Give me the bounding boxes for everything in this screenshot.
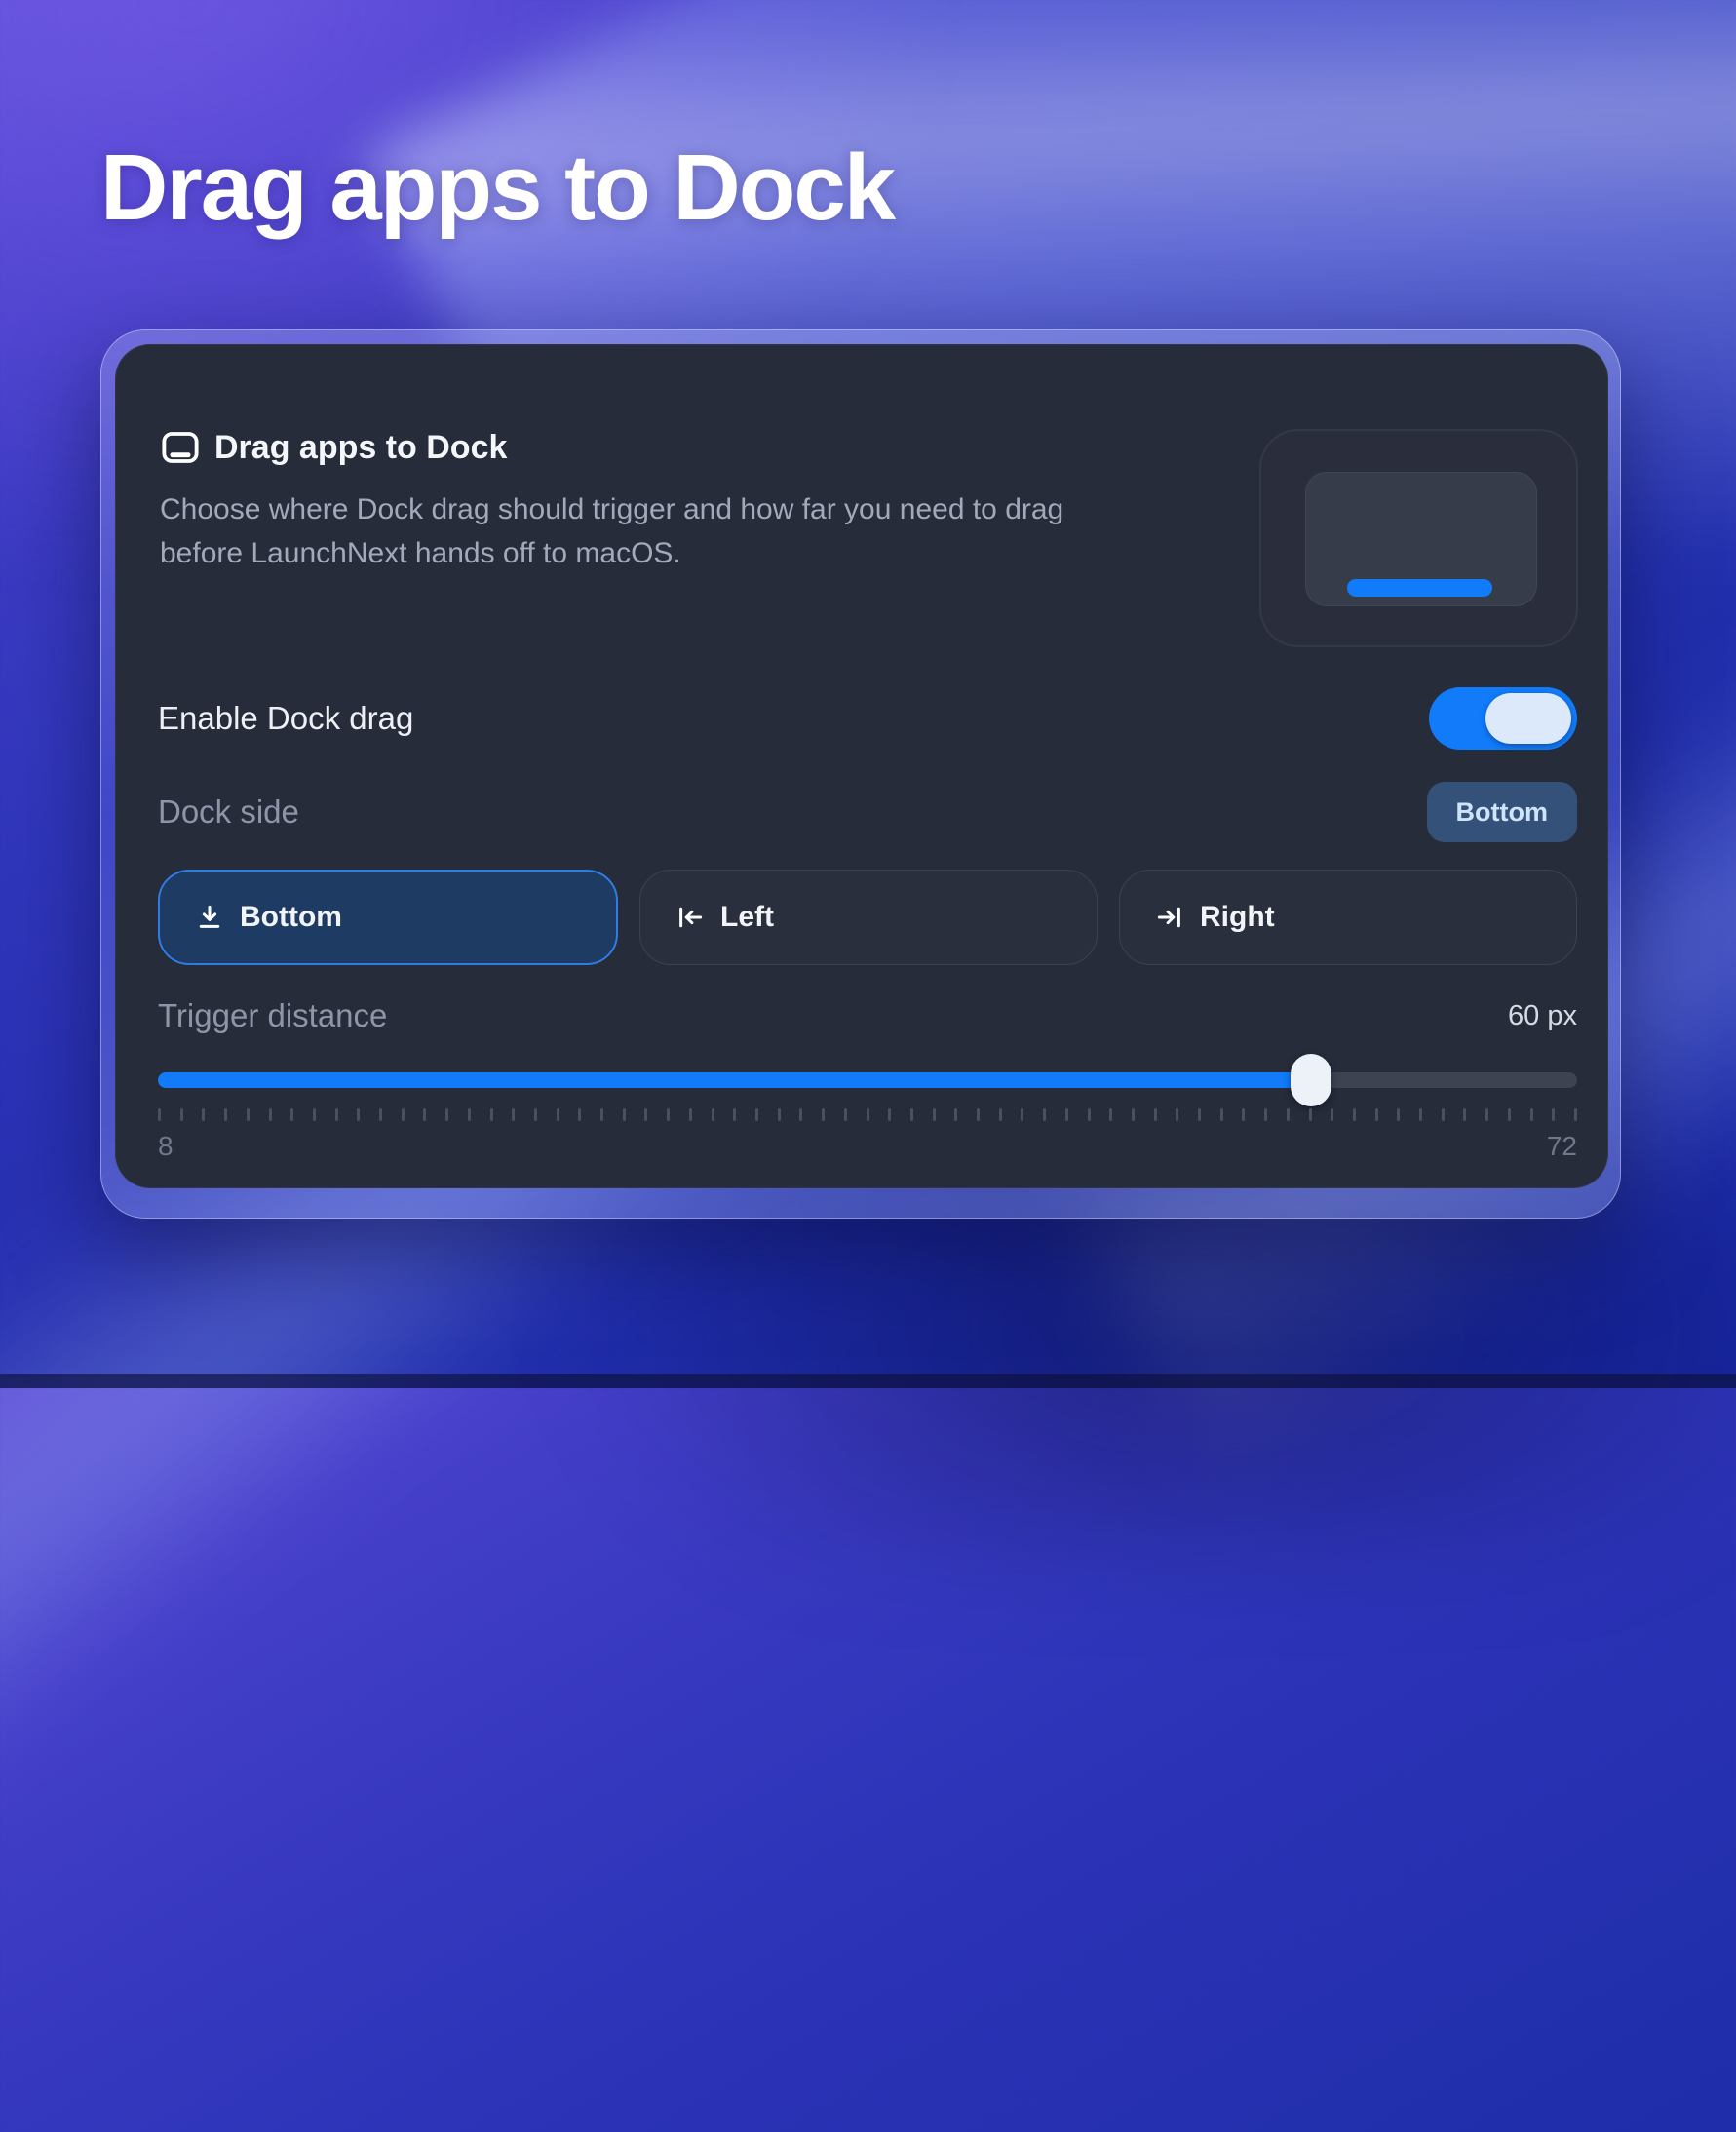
slider-ticks <box>158 1108 1577 1121</box>
card-header: Drag apps to Dock <box>160 427 507 468</box>
dock-icon <box>160 427 201 468</box>
slider-max-label: 72 <box>1547 1131 1577 1162</box>
dock-side-option-label: Bottom <box>240 901 342 934</box>
settings-card-glass: Drag apps to Dock Choose where Dock drag… <box>100 329 1621 1219</box>
preview-dock-bar <box>1347 579 1492 597</box>
card-title: Drag apps to Dock <box>214 429 507 467</box>
trigger-distance-row: Trigger distance 60 px <box>158 996 1577 1035</box>
enable-dock-drag-row: Enable Dock drag <box>158 687 1577 750</box>
dock-preview-thumbnail <box>1259 429 1578 647</box>
settings-card: Drag apps to Dock Choose where Dock drag… <box>115 344 1608 1188</box>
card-description: Choose where Dock drag should trigger an… <box>160 487 1115 575</box>
dock-side-option-label: Right <box>1200 901 1275 934</box>
dock-side-options: Bottom Left Right <box>158 870 1577 965</box>
dock-side-label: Dock side <box>158 794 299 831</box>
enable-dock-drag-label: Enable Dock drag <box>158 700 413 737</box>
trigger-distance-label: Trigger distance <box>158 997 387 1034</box>
slider-minmax: 8 72 <box>158 1131 1577 1162</box>
page-title: Drag apps to Dock <box>100 135 894 242</box>
trigger-distance-slider[interactable] <box>158 1065 1577 1096</box>
slider-min-label: 8 <box>158 1131 174 1162</box>
dock-side-option-right[interactable]: Right <box>1119 870 1577 965</box>
toggle-knob <box>1485 693 1571 744</box>
slider-knob[interactable] <box>1291 1054 1331 1106</box>
arrow-right-to-line-icon <box>1155 903 1184 932</box>
dock-side-value-badge: Bottom <box>1427 782 1577 842</box>
dock-side-option-left[interactable]: Left <box>639 870 1098 965</box>
trigger-distance-value: 60 px <box>1508 1000 1577 1032</box>
enable-dock-drag-toggle[interactable] <box>1429 687 1577 750</box>
arrow-left-to-line-icon <box>675 903 705 932</box>
arrow-down-to-line-icon <box>195 903 224 932</box>
dock-side-row: Dock side Bottom <box>158 782 1577 842</box>
dock-side-option-bottom[interactable]: Bottom <box>158 870 618 965</box>
background-bottom-strip <box>0 1374 1736 1388</box>
dock-side-option-label: Left <box>720 901 774 934</box>
slider-track[interactable] <box>158 1072 1577 1088</box>
slider-fill <box>158 1072 1311 1088</box>
